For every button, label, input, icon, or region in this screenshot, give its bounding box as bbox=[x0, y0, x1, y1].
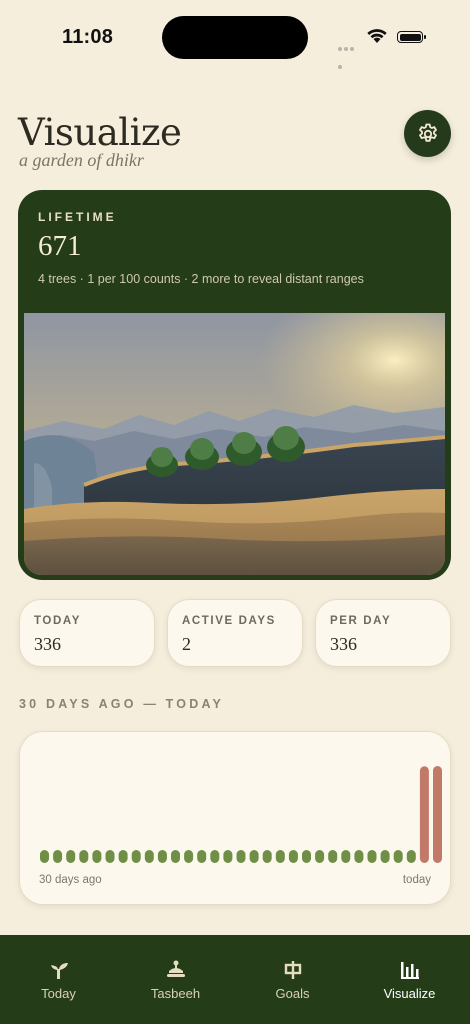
stat-label: PER DAY bbox=[330, 615, 392, 627]
history-bar bbox=[105, 850, 115, 863]
tab-tasbeeh[interactable]: Tasbeeh bbox=[117, 935, 234, 1024]
tab-label: Goals bbox=[275, 986, 310, 1001]
history-bar bbox=[275, 850, 285, 863]
battery-icon bbox=[397, 31, 426, 43]
history-bar bbox=[341, 850, 351, 863]
bar-chart-icon bbox=[400, 962, 419, 979]
stat-value: 336 bbox=[34, 634, 61, 654]
history-bar bbox=[302, 850, 311, 863]
history-bar bbox=[223, 850, 233, 863]
sprout-icon bbox=[50, 963, 68, 979]
history-bar bbox=[236, 850, 246, 863]
history-bar bbox=[92, 850, 102, 863]
history-bar bbox=[328, 850, 338, 863]
stat-today: TODAY 336 bbox=[19, 599, 155, 667]
lifetime-value: 671 bbox=[38, 230, 82, 262]
stat-label: ACTIVE DAYS bbox=[182, 615, 276, 627]
history-bar bbox=[249, 850, 259, 863]
history-bar bbox=[210, 850, 220, 863]
history-bar bbox=[367, 850, 377, 863]
stat-active-days: ACTIVE DAYS 2 bbox=[167, 599, 303, 667]
history-bar bbox=[184, 850, 194, 863]
history-bar bbox=[262, 850, 272, 863]
beads-icon bbox=[166, 960, 185, 977]
lifetime-label: LIFETIME bbox=[38, 210, 117, 224]
garden-landscape bbox=[24, 313, 445, 575]
wifi-icon bbox=[367, 29, 387, 43]
history-end-label: today bbox=[402, 874, 431, 886]
lifetime-caption: 4 trees · 1 per 100 counts · 2 more to r… bbox=[38, 272, 364, 286]
tab-today[interactable]: Today bbox=[0, 935, 117, 1024]
history-bar bbox=[419, 766, 429, 863]
cellular-signal-icon bbox=[338, 38, 360, 69]
history-bar bbox=[433, 766, 442, 863]
stat-per-day: PER DAY 336 bbox=[315, 599, 451, 667]
history-card: 30 days ago today bbox=[19, 731, 451, 905]
page-title: Visualize bbox=[18, 111, 182, 154]
settings-button[interactable] bbox=[404, 110, 451, 157]
dynamic-island bbox=[162, 16, 308, 59]
history-heading: 30 DAYS AGO — TODAY bbox=[19, 697, 225, 711]
tab-label: Today bbox=[41, 986, 76, 1001]
gear-icon bbox=[418, 123, 437, 142]
history-bar bbox=[393, 850, 403, 863]
history-bar bbox=[131, 850, 141, 863]
history-bar bbox=[406, 850, 416, 863]
tab-label: Visualize bbox=[383, 986, 436, 1001]
tab-goals[interactable]: Goals bbox=[234, 935, 351, 1024]
status-bar: 11:08 bbox=[0, 0, 470, 70]
tab-visualize[interactable]: Visualize bbox=[351, 935, 468, 1024]
lifetime-card: LIFETIME 671 4 trees · 1 per 100 counts … bbox=[18, 190, 451, 580]
goal-icon bbox=[284, 961, 301, 979]
history-bar bbox=[197, 850, 207, 863]
history-bar bbox=[288, 850, 298, 863]
stat-value: 336 bbox=[330, 634, 357, 654]
history-bar bbox=[79, 850, 89, 863]
stat-value: 2 bbox=[182, 634, 191, 654]
history-bar bbox=[118, 850, 128, 863]
tab-bar: Today Tasbeeh Goals Visualize bbox=[0, 935, 470, 1024]
history-bar bbox=[171, 850, 180, 863]
tab-label: Tasbeeh bbox=[150, 986, 201, 1001]
history-bar bbox=[40, 850, 49, 863]
history-bar bbox=[157, 850, 167, 863]
history-start-label: 30 days ago bbox=[39, 874, 102, 886]
page-subtitle: a garden of dhikr bbox=[19, 150, 144, 170]
history-bar bbox=[66, 850, 76, 863]
history-bar bbox=[144, 850, 154, 863]
history-bar bbox=[380, 850, 390, 863]
history-bar bbox=[354, 850, 364, 863]
status-time: 11:08 bbox=[62, 26, 114, 48]
history-bar bbox=[53, 850, 63, 863]
stat-label: TODAY bbox=[34, 615, 81, 627]
history-bar bbox=[315, 850, 325, 863]
